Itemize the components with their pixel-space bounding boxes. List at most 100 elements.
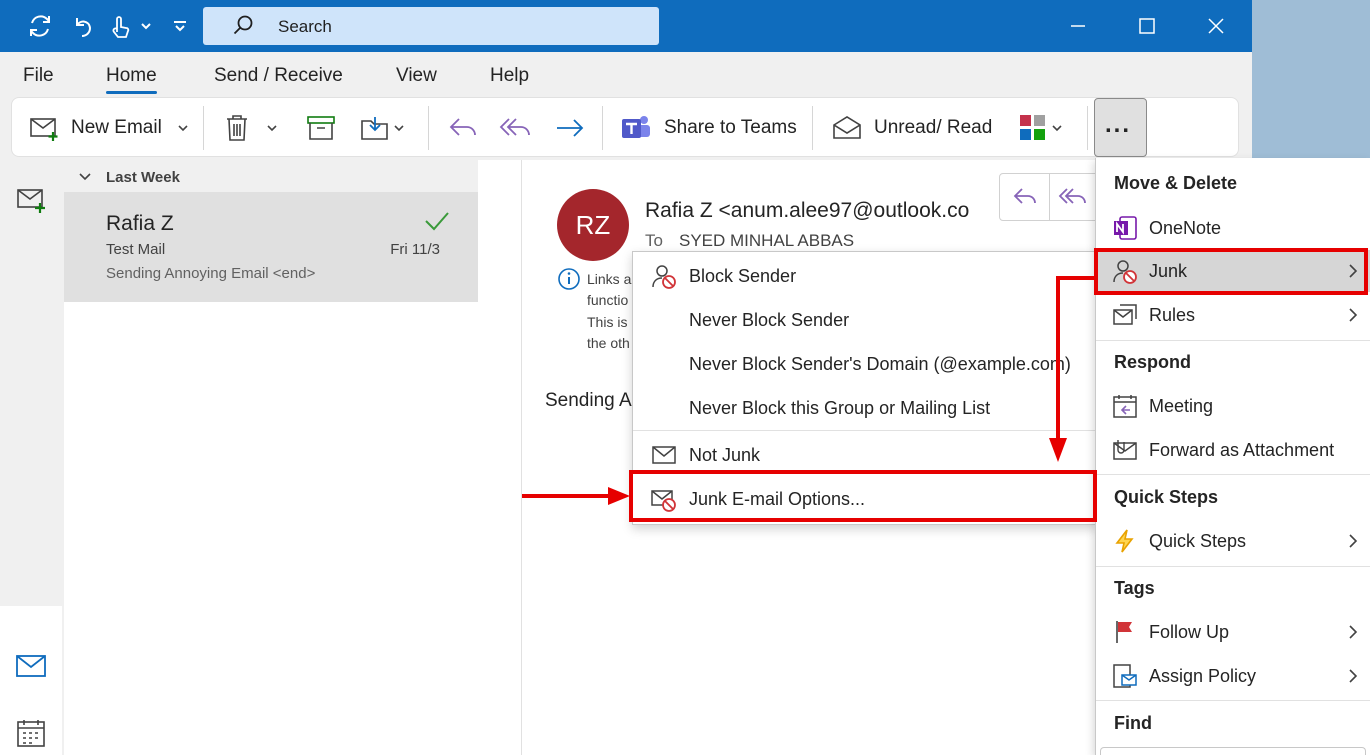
avatar[interactable]: RZ [557, 189, 629, 261]
mail-icon[interactable] [15, 654, 47, 678]
to-recipient[interactable]: SYED MINHAL ABBAS [679, 231, 854, 251]
info-icon [558, 268, 580, 290]
delete-button[interactable] [223, 113, 279, 143]
not-junk-label: Not Junk [689, 445, 761, 465]
more-commands-button[interactable]: ... [1094, 98, 1147, 157]
teams-icon [622, 116, 650, 138]
tab-send-receive[interactable]: Send / Receive [214, 65, 343, 87]
reply-all-icon[interactable] [499, 113, 533, 143]
group-label: Last Week [106, 169, 180, 186]
reply-all-icon[interactable] [1058, 184, 1090, 210]
forward-icon[interactable] [554, 113, 586, 143]
maximize-icon[interactable] [1131, 10, 1163, 42]
tab-file[interactable]: File [23, 65, 54, 87]
follow-up-label: Follow Up [1149, 622, 1230, 642]
undo-icon[interactable] [67, 10, 99, 42]
chevron-down-icon[interactable] [265, 121, 279, 135]
assign-policy-item[interactable]: Assign Policy [1096, 655, 1370, 697]
chevron-right-icon [1349, 534, 1358, 548]
rules-icon [1113, 304, 1137, 325]
meeting-item[interactable]: Meeting [1096, 385, 1370, 427]
categorize-button[interactable] [1018, 113, 1064, 143]
highlight-junk [1094, 248, 1368, 295]
title-bar: Search [0, 0, 1252, 52]
message-from[interactable]: Rafia Z <anum.alee97@outlook.co [645, 199, 970, 223]
search-placeholder: Search [278, 17, 332, 36]
close-icon[interactable] [1200, 10, 1232, 42]
never-block-domain-item[interactable]: Never Block Sender's Domain (@example.co… [633, 343, 1097, 383]
customize-qat-icon[interactable] [168, 10, 192, 42]
more-commands-label: ... [1105, 111, 1132, 138]
chevron-right-icon [1349, 308, 1358, 322]
categorize-icon [1020, 115, 1045, 140]
block-sender-icon [652, 265, 676, 289]
onenote-item[interactable]: OneNote [1096, 207, 1370, 249]
lightning-icon [1115, 529, 1134, 553]
chevron-right-icon [1349, 625, 1358, 639]
never-block-sender-label: Never Block Sender [689, 310, 850, 330]
meeting-reply-icon [1113, 395, 1137, 418]
to-label: To [645, 231, 663, 250]
annotation-arrowhead [1049, 438, 1067, 462]
chevron-down-icon[interactable] [392, 121, 406, 135]
forward-attachment-icon [1113, 440, 1137, 460]
calendar-icon[interactable] [16, 718, 46, 748]
list-item[interactable]: Rafia Z Test Mail Fri 11/3 Sending Annoy… [64, 192, 478, 302]
tab-help[interactable]: Help [490, 65, 529, 87]
forward-as-attachment-item[interactable]: Forward as Attachment [1096, 429, 1370, 471]
section-header-respond: Respond [1114, 352, 1192, 372]
rules-label: Rules [1149, 305, 1196, 325]
find-search-field[interactable] [1100, 747, 1366, 755]
search-box[interactable]: Search [203, 7, 659, 45]
onenote-icon [1114, 216, 1137, 240]
ribbon: New Email Share to Teams Unread/ Read ..… [11, 97, 1239, 157]
touch-mode-icon[interactable] [104, 10, 136, 42]
section-header-move-delete: Move & Delete [1114, 173, 1238, 193]
chevron-right-icon [1349, 669, 1358, 683]
unread-read-button[interactable]: Unread/ Read [831, 113, 992, 143]
reply-icon[interactable] [447, 113, 479, 143]
not-junk-item[interactable]: Not Junk [633, 434, 1097, 474]
reply-icon[interactable] [1011, 184, 1039, 210]
archive-icon[interactable] [306, 113, 336, 143]
annotation-arrow-line [1056, 276, 1098, 280]
share-to-teams-label: Share to Teams [664, 117, 797, 138]
flag-icon [1116, 621, 1132, 643]
checkmark-icon [425, 212, 449, 231]
chevron-down-icon[interactable] [176, 121, 190, 135]
ribbon-separator [203, 106, 204, 150]
app-rail-nav [0, 606, 62, 755]
message-group-header[interactable]: Last Week [64, 160, 478, 192]
pane-divider[interactable] [521, 160, 522, 755]
new-mail-icon[interactable] [16, 184, 48, 216]
menu-separator [1096, 700, 1370, 701]
follow-up-item[interactable]: Follow Up [1096, 611, 1370, 653]
ribbon-separator [602, 106, 603, 150]
onenote-label: OneNote [1149, 218, 1222, 238]
annotation-arrow-line [522, 494, 612, 498]
ribbon-separator [428, 106, 429, 150]
never-block-sender-item[interactable]: Never Block Sender [633, 299, 1097, 339]
highlight-junk-options [629, 470, 1097, 522]
rules-item[interactable]: Rules [1096, 294, 1370, 336]
block-sender-item[interactable]: Block Sender [633, 255, 1097, 295]
sync-icon[interactable] [24, 10, 56, 42]
ribbon-separator [1087, 106, 1088, 150]
new-email-label: New Email [71, 117, 162, 138]
quick-steps-item[interactable]: Quick Steps [1096, 520, 1370, 562]
share-to-teams-button[interactable]: Share to Teams [620, 113, 797, 143]
section-header-find: Find [1114, 713, 1152, 733]
chevron-down-icon[interactable] [1050, 121, 1064, 135]
move-button[interactable] [360, 113, 406, 143]
chevron-down-icon[interactable] [134, 10, 158, 42]
never-block-group-item[interactable]: Never Block this Group or Mailing List [633, 387, 1097, 427]
ribbon-separator [812, 106, 813, 150]
message-date: Fri 11/3 [390, 241, 440, 258]
new-email-button[interactable]: New Email [29, 113, 190, 143]
chevron-down-icon[interactable] [78, 170, 92, 184]
tab-home[interactable]: Home [106, 65, 157, 94]
reply-separator [1049, 174, 1050, 220]
never-block-domain-label: Never Block Sender's Domain (@example.co… [689, 354, 1071, 374]
tab-view[interactable]: View [396, 65, 437, 87]
minimize-icon[interactable] [1062, 10, 1094, 42]
